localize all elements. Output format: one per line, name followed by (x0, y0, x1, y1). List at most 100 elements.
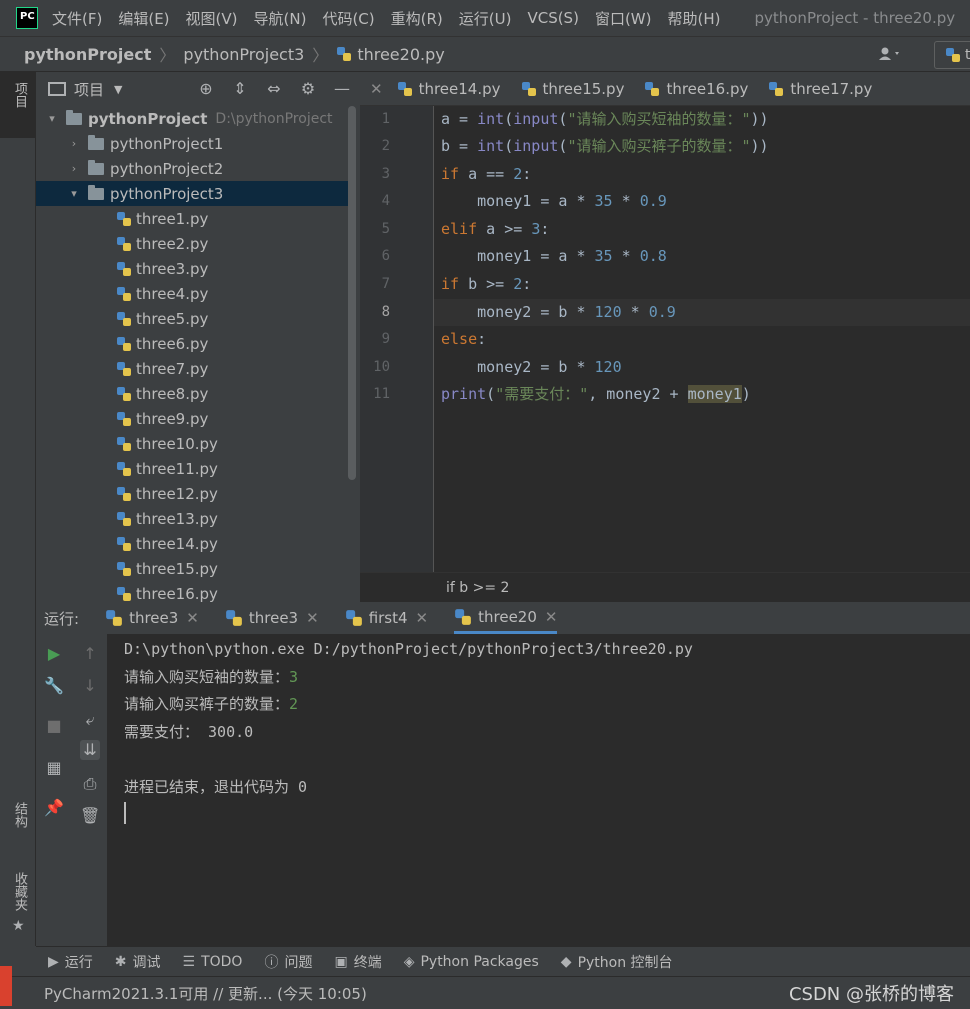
project-tree-scrollbar[interactable] (348, 106, 356, 480)
line-number: 9 (381, 331, 390, 347)
scroll-to-end-icon[interactable]: ⇊ (80, 740, 100, 760)
project-tool-tab[interactable]: 项目 (0, 72, 36, 138)
tree-file-item[interactable]: three6.py (36, 331, 348, 356)
tree-file-item[interactable]: three10.py (36, 431, 348, 456)
tree-file-item[interactable]: three12.py (36, 481, 348, 506)
arrow-up-icon[interactable]: ↑ (80, 644, 100, 664)
tree-file-label: three15.py (136, 559, 218, 578)
tree-file-item[interactable]: three3.py (36, 256, 348, 281)
python-file-icon (117, 311, 131, 326)
run-console[interactable]: D:\python\python.exe D:/pythonProject/py… (124, 634, 970, 946)
menu-code[interactable]: 代码(C) (322, 8, 374, 29)
close-icon[interactable]: ✕ (416, 609, 429, 627)
code-line: a = int(input("请输入购买短袖的数量：")) (441, 110, 769, 128)
menu-vcs[interactable]: VCS(S) (527, 9, 578, 27)
tree-file-item[interactable]: three13.py (36, 506, 348, 531)
tree-file-item[interactable]: three2.py (36, 231, 348, 256)
tree-folder-item[interactable]: › pythonProject1 (36, 131, 348, 156)
menu-edit[interactable]: 编辑(E) (118, 8, 169, 29)
tree-file-item[interactable]: three1.py (36, 206, 348, 231)
tree-file-item[interactable]: three4.py (36, 281, 348, 306)
code-area[interactable]: a = int(input("请输入购买短袖的数量：")) b = int(in… (434, 106, 970, 572)
tree-file-item[interactable]: three8.py (36, 381, 348, 406)
close-icon[interactable]: ✕ (186, 609, 199, 627)
user-account-icon[interactable] (878, 47, 902, 61)
tree-file-item[interactable]: three7.py (36, 356, 348, 381)
wrench-icon[interactable]: 🔧 (44, 676, 64, 696)
python-file-icon (117, 436, 131, 451)
tool-terminal-label: 终端 (353, 954, 382, 971)
favorites-tool-label[interactable]: 收藏夹 (10, 872, 29, 911)
editor-tab[interactable]: three17.py (768, 80, 872, 98)
tool-problems[interactable]: ⓘ 问题 (264, 952, 312, 972)
tool-todo[interactable]: ☰ TODO (183, 954, 243, 970)
gear-icon[interactable]: ⚙ (298, 79, 318, 99)
breadcrumb-folder[interactable]: pythonProject3 (183, 45, 304, 64)
tree-file-item[interactable]: three5.py (36, 306, 348, 331)
editor-tab[interactable]: three16.py (644, 80, 748, 98)
python-run-icon (226, 610, 242, 626)
breadcrumb-root[interactable]: pythonProject (24, 45, 151, 64)
menu-window[interactable]: 窗口(W) (595, 8, 652, 29)
status-message[interactable]: PyCharm2021.3.1可用 // 更新... (今天 10:05) (44, 983, 367, 1004)
menu-run[interactable]: 运行(U) (459, 8, 512, 29)
arrow-down-icon[interactable]: ↓ (80, 676, 100, 696)
chevron-down-icon[interactable]: ▼ (114, 83, 122, 96)
rerun-icon[interactable]: ▶ (44, 644, 64, 664)
terminal-icon: ▣ (334, 953, 348, 970)
tool-debug-label: 调试 (132, 954, 161, 971)
close-icon[interactable]: ✕ (370, 80, 383, 98)
print-icon[interactable]: ⎙ (80, 774, 100, 794)
line-number-gutter: 1 2 3 4 5 6 7 8 9 10 11 (360, 106, 434, 572)
close-icon[interactable]: ✕ (545, 608, 558, 626)
tree-file-item[interactable]: three14.py (36, 531, 348, 556)
locate-file-icon[interactable]: ⊕ (196, 79, 216, 99)
breadcrumb-file[interactable]: three20.py (357, 45, 444, 64)
chevron-down-icon[interactable]: ▾ (68, 187, 80, 200)
run-config-selector[interactable]: th (934, 41, 970, 69)
run-tab[interactable]: three3 ✕ (105, 602, 199, 634)
project-view-selector[interactable]: 项目 (74, 79, 104, 100)
tool-python-console[interactable]: ◆ Python 控制台 (561, 952, 673, 972)
structure-tool-label[interactable]: 结构 (10, 802, 29, 828)
tree-file-item[interactable]: three9.py (36, 406, 348, 431)
editor-tab[interactable]: three14.py (397, 80, 501, 98)
tool-terminal[interactable]: ▣ 终端 (334, 952, 381, 972)
tree-file-item[interactable]: three16.py (36, 581, 348, 602)
chevron-right-icon[interactable]: › (68, 137, 80, 150)
chevron-down-icon[interactable]: ▾ (46, 112, 58, 125)
tool-python-packages[interactable]: ◈ Python Packages (404, 954, 539, 970)
run-tab-active[interactable]: three20 ✕ (454, 602, 558, 634)
tool-run[interactable]: ▶ 运行 (48, 952, 93, 972)
editor-tab[interactable]: three15.py (521, 80, 624, 98)
chevron-right-icon[interactable]: › (68, 162, 80, 175)
menu-file[interactable]: 文件(F) (52, 8, 102, 29)
python-run-icon (345, 610, 362, 626)
tree-folder-item[interactable]: › pythonProject2 (36, 156, 348, 181)
minimize-icon[interactable]: — (332, 79, 352, 99)
tree-file-item[interactable]: three15.py (36, 556, 348, 581)
close-icon[interactable]: ✕ (306, 609, 319, 627)
trash-icon[interactable]: 🗑 (80, 806, 100, 826)
run-tab[interactable]: three3 ✕ (225, 602, 319, 634)
tree-file-label: three8.py (136, 384, 209, 403)
tool-debug[interactable]: ✱ 调试 (115, 952, 161, 972)
tree-folder-item-selected[interactable]: ▾ pythonProject3 (36, 181, 348, 206)
stop-icon[interactable]: ■ (44, 716, 64, 736)
menu-navigate[interactable]: 导航(N) (254, 8, 307, 29)
layout-icon[interactable]: ▦ (44, 758, 64, 778)
expand-all-icon[interactable]: ⇕ (230, 79, 250, 99)
tree-root-item[interactable]: ▾ pythonProject D:\pythonProject (36, 106, 348, 131)
menu-view[interactable]: 视图(V) (186, 8, 238, 29)
collapse-all-icon[interactable]: ⇔ (264, 79, 284, 99)
tree-file-item[interactable]: three11.py (36, 456, 348, 481)
menu-help[interactable]: 帮助(H) (667, 8, 720, 29)
run-tab[interactable]: first4 ✕ (345, 602, 428, 634)
menu-refactor[interactable]: 重构(R) (391, 8, 443, 29)
line-number: 3 (381, 166, 390, 182)
pin-icon[interactable]: 📌 (44, 798, 64, 818)
editor-breadcrumb[interactable]: if b >= 2 (360, 572, 970, 602)
run-toolbar-secondary: ↑ ↓ ⤶ ⇊ ⎙ 🗑 (72, 634, 108, 946)
soft-wrap-icon[interactable]: ⤶ (80, 710, 100, 730)
info-icon: ⓘ (264, 954, 279, 971)
